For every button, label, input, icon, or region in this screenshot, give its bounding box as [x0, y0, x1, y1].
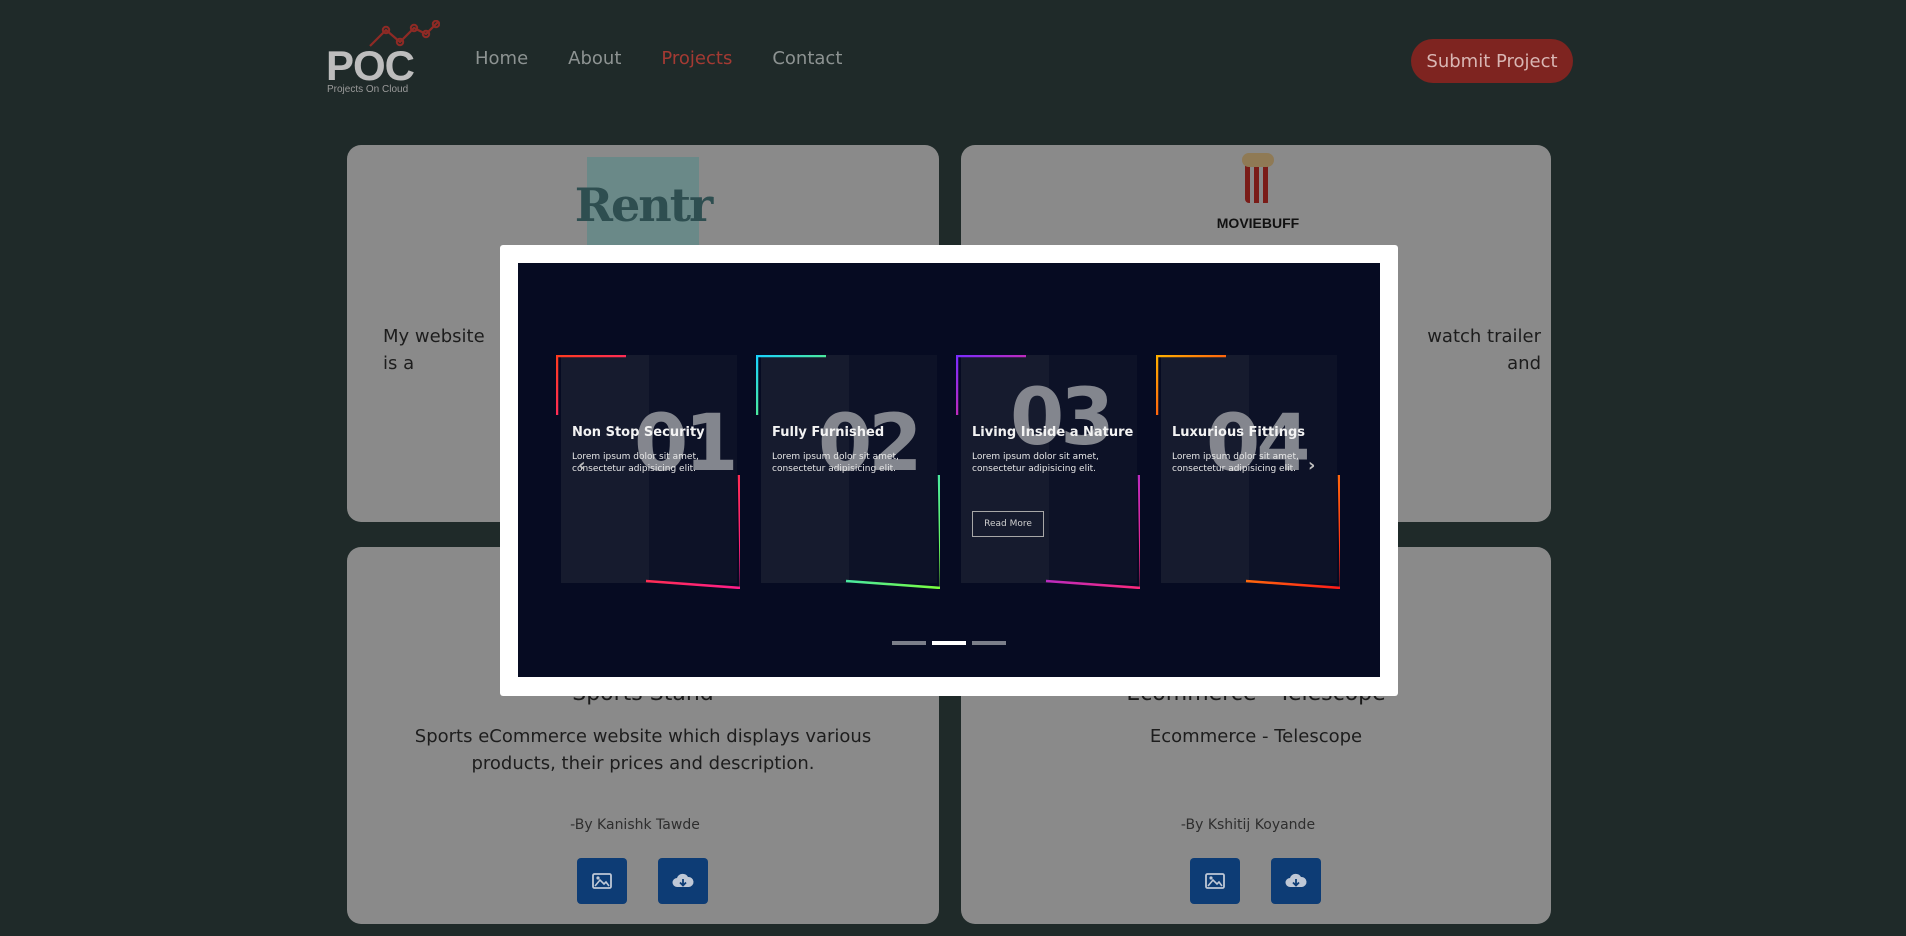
popcorn-icon [1242, 153, 1274, 203]
image-icon [592, 873, 612, 889]
carousel-indicator-3[interactable] [972, 641, 1006, 645]
feature-text: Lorem ipsum dolor sit amet, consectetur … [572, 452, 699, 474]
carousel-indicators [892, 641, 1006, 645]
moviebuff-logo-image: MOVIEBUFF [1213, 153, 1303, 231]
main-nav: Home About Projects Contact [475, 48, 882, 69]
carousel-next-icon[interactable]: › [1308, 455, 1315, 476]
card-description: Ecommerce - Telescope [1149, 726, 1363, 747]
image-preview-modal: 01 Non Stop Security Lorem ipsum dolor s… [500, 245, 1398, 696]
download-button[interactable] [658, 858, 708, 904]
nav-projects[interactable]: Projects [661, 48, 732, 69]
card-description: Sports eCommerce website which displays … [414, 726, 872, 774]
feature-title: Living Inside a Nature [972, 425, 1134, 440]
feature-number: 03 [1010, 373, 1115, 463]
image-icon [1205, 873, 1225, 889]
feature-text: Lorem ipsum dolor sit amet, consectetur … [772, 452, 899, 474]
carousel-prev-icon[interactable]: ‹ [578, 455, 585, 476]
moviebuff-logo-text: MOVIEBUFF [1216, 215, 1300, 231]
card-author: -By Kshitij Koyande [1180, 817, 1316, 833]
download-button[interactable] [1271, 858, 1321, 904]
feature-text: Lorem ipsum dolor sit amet, consectetur … [1172, 452, 1299, 474]
feature-card: 02 Fully Furnished Lorem ipsum dolor sit… [756, 355, 940, 589]
feature-number: 01 [634, 399, 739, 489]
feature-text: Lorem ipsum dolor sit amet, consectetur … [972, 452, 1099, 474]
read-more-button[interactable]: Read More [972, 511, 1044, 537]
logo-tagline: Projects On Cloud [327, 84, 409, 95]
feature-card: 03 Living Inside a Nature Lorem ipsum do… [956, 355, 1140, 589]
cloud-download-icon [1285, 873, 1307, 887]
card-description: My website is a [383, 326, 485, 374]
cloud-download-icon [672, 873, 694, 887]
nav-home[interactable]: Home [475, 48, 528, 69]
card-author: -By Kanishk Tawde [570, 817, 700, 833]
carousel-indicator-1[interactable] [892, 641, 926, 645]
feature-title: Luxurious Fittings [1172, 425, 1306, 440]
nav-about[interactable]: About [568, 48, 621, 69]
poc-logo[interactable]: POC Projects On Cloud [326, 20, 440, 98]
nav-contact[interactable]: Contact [772, 48, 842, 69]
preview-carousel[interactable]: 01 Non Stop Security Lorem ipsum dolor s… [518, 263, 1380, 677]
feature-title: Non Stop Security [572, 425, 705, 440]
view-images-button[interactable] [1190, 858, 1240, 904]
card-description: watch trailer and [1427, 326, 1541, 374]
feature-number: 02 [818, 399, 923, 489]
submit-project-button[interactable]: Submit Project [1411, 39, 1573, 83]
rentr-logo-image: Rentr [575, 157, 713, 253]
feature-number: 04 [1206, 399, 1311, 489]
logo-text: POC [326, 42, 415, 89]
feature-title: Fully Furnished [772, 425, 885, 440]
view-images-button[interactable] [577, 858, 627, 904]
carousel-indicator-2[interactable] [932, 641, 966, 645]
